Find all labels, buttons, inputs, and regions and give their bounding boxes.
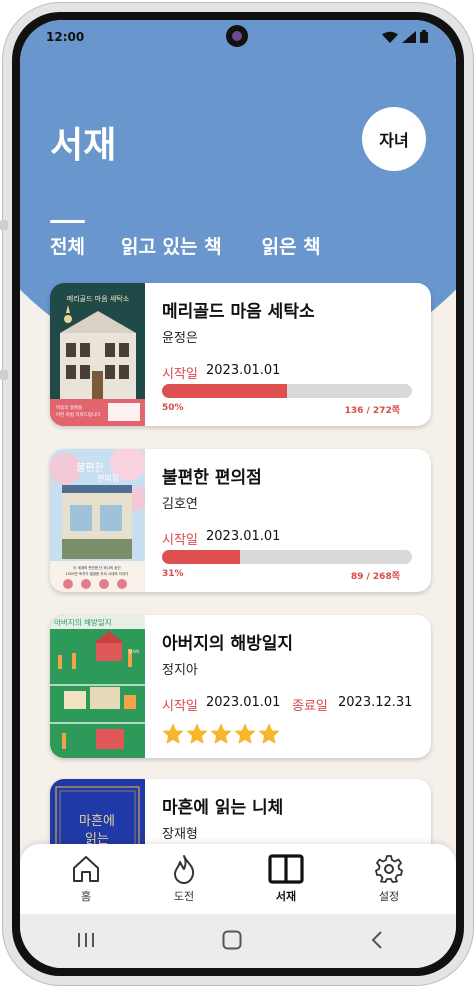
book-author: 김호연 xyxy=(162,497,198,512)
start-label: 시작일 xyxy=(162,367,198,382)
signal-icon xyxy=(402,30,416,43)
nav-library[interactable]: 서재 xyxy=(251,854,321,904)
page-count: 89 / 268쪽 xyxy=(350,572,400,582)
wifi-icon xyxy=(382,31,398,43)
status-bar: 12:00 xyxy=(20,20,456,60)
book-author: 정지아 xyxy=(162,663,198,678)
start-date: 2023.01.01 xyxy=(206,363,281,378)
home-nav-icon[interactable] xyxy=(222,930,242,950)
book-title: 마흔에 읽는 니체 xyxy=(162,798,284,818)
rating-stars xyxy=(162,723,280,745)
nav-label: 서재 xyxy=(275,890,297,903)
cover-text: 1000만 독자가 열광한 우리 시대의 이야기 xyxy=(66,571,129,576)
front-camera xyxy=(226,25,248,47)
cover-title-2: 불편한 xyxy=(76,462,104,474)
book-cover-2: 불편한 편의점 이 세계의 편안한 단 하나의 공간 1000만 독자가 열광한… xyxy=(50,449,145,592)
star-icon xyxy=(258,723,280,744)
page-title: 서재 xyxy=(50,125,117,166)
progress-percent: 50% xyxy=(162,403,184,413)
cover-title-4: 마흔에 xyxy=(79,814,115,829)
book-author: 윤정은 xyxy=(162,331,198,346)
nav-label: 설정 xyxy=(378,890,400,903)
star-icon xyxy=(210,723,232,744)
progress-fill xyxy=(162,384,287,398)
progress-bar xyxy=(162,550,412,564)
tab-read[interactable]: 읽은 책 xyxy=(262,232,321,259)
cover-text: 마음의 얼룩을 xyxy=(56,404,82,411)
status-time: 12:00 xyxy=(46,30,85,44)
nav-label: 홈 xyxy=(80,890,92,903)
status-icons xyxy=(382,30,428,43)
book-title: 메리골드 마음 세탁소 xyxy=(162,302,315,322)
cover-text: 어떤 마법 지워드립니다 xyxy=(56,411,101,418)
system-nav-bar xyxy=(20,914,456,968)
cover-title-2: 편의점 xyxy=(97,473,119,483)
start-date: 2023.01.01 xyxy=(206,695,281,710)
profile-button[interactable]: 자녀 xyxy=(362,107,426,171)
book-cover-1: 메리골드 마음 세탁소 마음의 얼룩을 어떤 마법 지워드립니다 xyxy=(50,283,145,426)
gear-icon xyxy=(375,855,403,883)
book-card[interactable]: 메리골드 마음 세탁소 마음의 얼룩을 어떤 마법 지워드립니다 메리골드 마음… xyxy=(50,283,431,426)
end-label: 종료일 xyxy=(292,699,328,714)
book-card[interactable]: 아버지의 해방일지 정지아 아버지의 해방일지 정지아 시작일 2023.01.… xyxy=(50,615,431,758)
book-title: 불편한 편의점 xyxy=(162,468,262,488)
end-date: 2023.12.31 xyxy=(338,695,413,710)
side-button xyxy=(0,370,8,380)
book-author: 장재형 xyxy=(162,827,198,842)
nav-label: 도전 xyxy=(173,890,195,903)
app-screen: 12:00 서재 자녀 전체 읽고 있는 책 읽은 책 메리골드 마음 세탁소 … xyxy=(20,20,456,968)
tab-bar: 전체 읽고 있는 책 읽은 책 xyxy=(50,220,361,259)
flame-icon xyxy=(174,855,195,884)
cover-text: 정지아 xyxy=(128,648,139,654)
nav-settings[interactable]: 설정 xyxy=(354,854,424,904)
star-icon xyxy=(162,723,184,744)
bottom-nav: 홈 도전 서재 설정 xyxy=(20,844,456,924)
cover-title-3: 아버지의 해방일지 xyxy=(54,617,112,627)
book-card[interactable]: 불편한 편의점 이 세계의 편안한 단 하나의 공간 1000만 독자가 열광한… xyxy=(50,449,431,592)
start-label: 시작일 xyxy=(162,699,198,714)
tab-all[interactable]: 전체 xyxy=(50,220,85,259)
battery-icon xyxy=(420,30,428,43)
side-button xyxy=(0,220,8,230)
cover-text: 이 세계의 편안한 단 하나의 공간 xyxy=(73,565,121,570)
nav-challenge[interactable]: 도전 xyxy=(149,854,219,904)
cover-title-1: 메리골드 마음 세탁소 xyxy=(67,294,130,303)
progress-bar xyxy=(162,384,412,398)
back-icon[interactable] xyxy=(370,930,384,950)
star-icon xyxy=(234,723,256,744)
book-title: 아버지의 해방일지 xyxy=(162,634,294,654)
progress-fill xyxy=(162,550,240,564)
tab-reading[interactable]: 읽고 있는 책 xyxy=(121,232,222,259)
page-count: 136 / 272쪽 xyxy=(344,406,400,416)
progress-percent: 31% xyxy=(162,569,184,579)
recent-apps-icon[interactable] xyxy=(77,932,95,948)
star-icon xyxy=(186,723,208,744)
nav-home[interactable]: 홈 xyxy=(51,854,121,904)
book-cover-3: 아버지의 해방일지 정지아 xyxy=(50,615,145,758)
book-icon xyxy=(268,854,304,884)
start-date: 2023.01.01 xyxy=(206,529,281,544)
home-icon xyxy=(73,856,99,882)
start-label: 시작일 xyxy=(162,533,198,548)
